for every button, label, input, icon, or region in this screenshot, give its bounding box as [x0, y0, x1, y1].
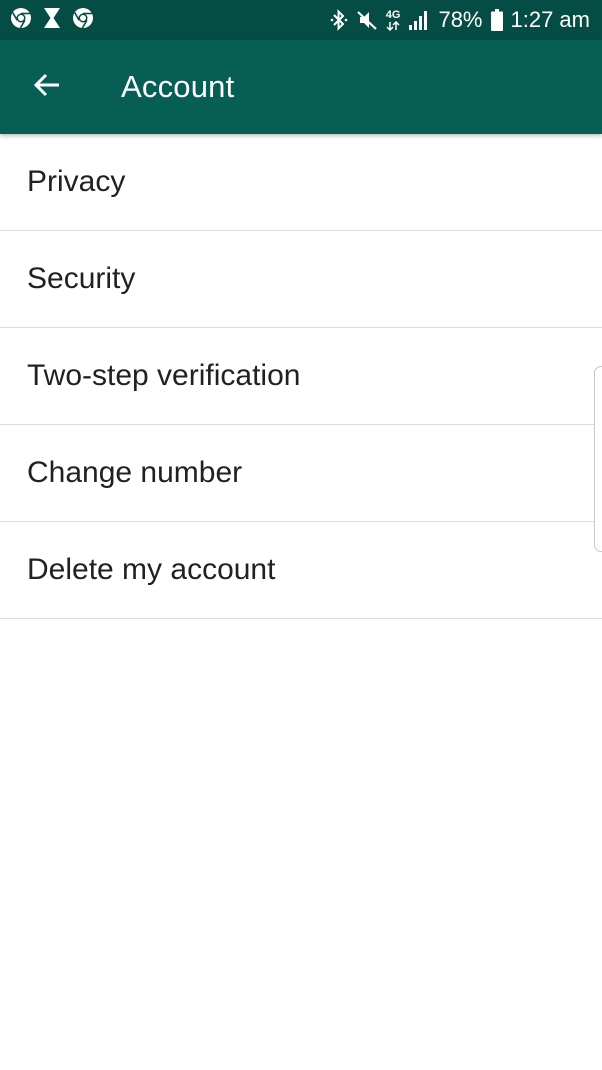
- battery-percent: 78%: [438, 7, 483, 32]
- clock: 1:27 am: [510, 7, 591, 32]
- network-label: 4G: [385, 8, 401, 21]
- list-item-label: Privacy: [27, 165, 126, 198]
- battery-icon: [490, 9, 503, 31]
- status-bar: 4G 78% 1:27 am: [0, 0, 602, 40]
- network-4g-icon: 4G: [385, 8, 401, 31]
- chrome-icon: [72, 7, 94, 34]
- mute-icon: [356, 9, 378, 31]
- account-settings-list: Privacy Security Two-step verification C…: [0, 134, 602, 619]
- hourglass-icon: [42, 7, 62, 34]
- list-item-delete-my-account[interactable]: Delete my account: [0, 522, 602, 619]
- bluetooth-icon: [330, 8, 348, 32]
- chrome-icon: [10, 7, 32, 34]
- system-status: 4G 78% 1:27 am: [330, 7, 590, 33]
- notification-icons: [10, 7, 94, 34]
- list-item-privacy[interactable]: Privacy: [0, 134, 602, 231]
- back-button[interactable]: [19, 59, 75, 115]
- app-bar: Account: [0, 40, 602, 134]
- edge-panel-handle[interactable]: [594, 366, 602, 552]
- list-item-label: Change number: [27, 456, 243, 489]
- signal-icon: [408, 9, 430, 31]
- list-item-label: Two-step verification: [27, 359, 301, 392]
- list-item-two-step-verification[interactable]: Two-step verification: [0, 328, 602, 425]
- list-item-security[interactable]: Security: [0, 231, 602, 328]
- arrow-left-icon: [32, 70, 62, 105]
- page-title: Account: [121, 69, 235, 104]
- list-item-label: Security: [27, 262, 136, 295]
- list-item-label: Delete my account: [27, 553, 276, 586]
- list-item-change-number[interactable]: Change number: [0, 425, 602, 522]
